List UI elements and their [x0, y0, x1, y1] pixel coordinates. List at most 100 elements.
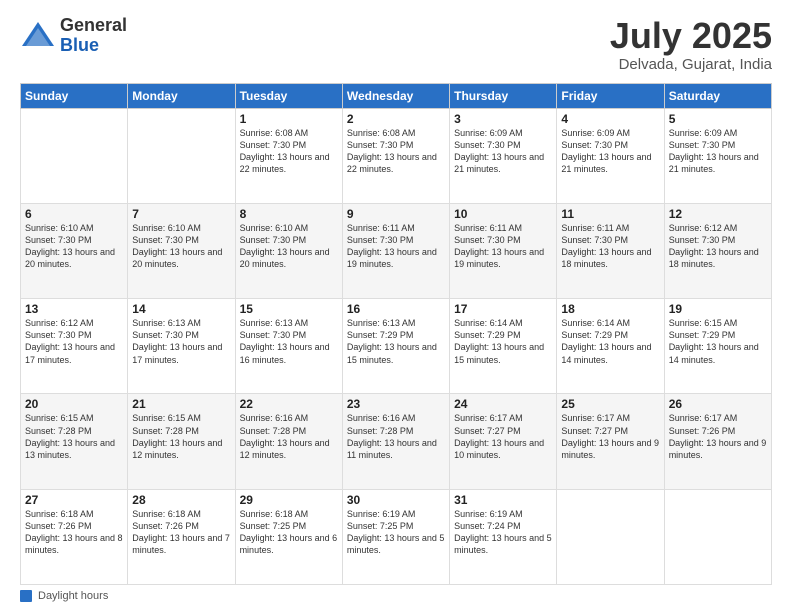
calendar-cell: 30Sunrise: 6:19 AM Sunset: 7:25 PM Dayli… — [342, 489, 449, 584]
day-number: 6 — [25, 207, 123, 221]
day-detail: Sunrise: 6:10 AM Sunset: 7:30 PM Dayligh… — [25, 222, 123, 271]
day-detail: Sunrise: 6:13 AM Sunset: 7:29 PM Dayligh… — [347, 317, 445, 366]
calendar-cell — [557, 489, 664, 584]
calendar-cell: 2Sunrise: 6:08 AM Sunset: 7:30 PM Daylig… — [342, 108, 449, 203]
day-number: 2 — [347, 112, 445, 126]
day-number: 25 — [561, 397, 659, 411]
calendar-cell: 18Sunrise: 6:14 AM Sunset: 7:29 PM Dayli… — [557, 299, 664, 394]
day-detail: Sunrise: 6:10 AM Sunset: 7:30 PM Dayligh… — [240, 222, 338, 271]
day-detail: Sunrise: 6:18 AM Sunset: 7:25 PM Dayligh… — [240, 508, 338, 557]
day-detail: Sunrise: 6:10 AM Sunset: 7:30 PM Dayligh… — [132, 222, 230, 271]
calendar-cell — [664, 489, 771, 584]
day-detail: Sunrise: 6:14 AM Sunset: 7:29 PM Dayligh… — [454, 317, 552, 366]
day-number: 9 — [347, 207, 445, 221]
calendar-week-row: 1Sunrise: 6:08 AM Sunset: 7:30 PM Daylig… — [21, 108, 772, 203]
calendar-cell — [128, 108, 235, 203]
day-detail: Sunrise: 6:16 AM Sunset: 7:28 PM Dayligh… — [347, 412, 445, 461]
day-detail: Sunrise: 6:09 AM Sunset: 7:30 PM Dayligh… — [454, 127, 552, 176]
day-detail: Sunrise: 6:14 AM Sunset: 7:29 PM Dayligh… — [561, 317, 659, 366]
calendar-header-wednesday: Wednesday — [342, 83, 449, 108]
month-title: July 2025 — [610, 16, 772, 56]
logo-blue: Blue — [60, 36, 127, 56]
calendar-table: SundayMondayTuesdayWednesdayThursdayFrid… — [20, 83, 772, 585]
day-number: 23 — [347, 397, 445, 411]
calendar-cell: 12Sunrise: 6:12 AM Sunset: 7:30 PM Dayli… — [664, 203, 771, 298]
day-detail: Sunrise: 6:17 AM Sunset: 7:27 PM Dayligh… — [561, 412, 659, 461]
day-number: 4 — [561, 112, 659, 126]
calendar-cell: 3Sunrise: 6:09 AM Sunset: 7:30 PM Daylig… — [450, 108, 557, 203]
calendar-week-row: 27Sunrise: 6:18 AM Sunset: 7:26 PM Dayli… — [21, 489, 772, 584]
day-number: 10 — [454, 207, 552, 221]
calendar-header-tuesday: Tuesday — [235, 83, 342, 108]
calendar-cell: 29Sunrise: 6:18 AM Sunset: 7:25 PM Dayli… — [235, 489, 342, 584]
calendar-header-monday: Monday — [128, 83, 235, 108]
day-number: 15 — [240, 302, 338, 316]
calendar-header-friday: Friday — [557, 83, 664, 108]
day-detail: Sunrise: 6:13 AM Sunset: 7:30 PM Dayligh… — [132, 317, 230, 366]
calendar-cell: 28Sunrise: 6:18 AM Sunset: 7:26 PM Dayli… — [128, 489, 235, 584]
calendar-cell: 20Sunrise: 6:15 AM Sunset: 7:28 PM Dayli… — [21, 394, 128, 489]
calendar-cell: 25Sunrise: 6:17 AM Sunset: 7:27 PM Dayli… — [557, 394, 664, 489]
calendar-cell: 11Sunrise: 6:11 AM Sunset: 7:30 PM Dayli… — [557, 203, 664, 298]
day-number: 24 — [454, 397, 552, 411]
calendar-header-sunday: Sunday — [21, 83, 128, 108]
day-detail: Sunrise: 6:17 AM Sunset: 7:26 PM Dayligh… — [669, 412, 767, 461]
calendar-cell: 10Sunrise: 6:11 AM Sunset: 7:30 PM Dayli… — [450, 203, 557, 298]
day-number: 28 — [132, 493, 230, 507]
calendar-cell: 19Sunrise: 6:15 AM Sunset: 7:29 PM Dayli… — [664, 299, 771, 394]
day-number: 30 — [347, 493, 445, 507]
day-number: 29 — [240, 493, 338, 507]
calendar-cell: 31Sunrise: 6:19 AM Sunset: 7:24 PM Dayli… — [450, 489, 557, 584]
calendar-cell: 27Sunrise: 6:18 AM Sunset: 7:26 PM Dayli… — [21, 489, 128, 584]
day-detail: Sunrise: 6:12 AM Sunset: 7:30 PM Dayligh… — [25, 317, 123, 366]
day-detail: Sunrise: 6:08 AM Sunset: 7:30 PM Dayligh… — [240, 127, 338, 176]
subtitle: Delvada, Gujarat, India — [610, 56, 772, 73]
logo-text: General Blue — [60, 16, 127, 56]
day-number: 5 — [669, 112, 767, 126]
day-number: 31 — [454, 493, 552, 507]
day-number: 27 — [25, 493, 123, 507]
calendar-cell: 26Sunrise: 6:17 AM Sunset: 7:26 PM Dayli… — [664, 394, 771, 489]
logo: General Blue — [20, 16, 127, 56]
calendar-header-thursday: Thursday — [450, 83, 557, 108]
calendar-cell: 14Sunrise: 6:13 AM Sunset: 7:30 PM Dayli… — [128, 299, 235, 394]
logo-icon — [20, 18, 56, 54]
day-number: 14 — [132, 302, 230, 316]
calendar-cell: 24Sunrise: 6:17 AM Sunset: 7:27 PM Dayli… — [450, 394, 557, 489]
day-detail: Sunrise: 6:09 AM Sunset: 7:30 PM Dayligh… — [669, 127, 767, 176]
calendar-cell: 21Sunrise: 6:15 AM Sunset: 7:28 PM Dayli… — [128, 394, 235, 489]
day-number: 21 — [132, 397, 230, 411]
calendar-week-row: 20Sunrise: 6:15 AM Sunset: 7:28 PM Dayli… — [21, 394, 772, 489]
day-number: 19 — [669, 302, 767, 316]
day-detail: Sunrise: 6:18 AM Sunset: 7:26 PM Dayligh… — [25, 508, 123, 557]
calendar-cell: 15Sunrise: 6:13 AM Sunset: 7:30 PM Dayli… — [235, 299, 342, 394]
calendar-week-row: 6Sunrise: 6:10 AM Sunset: 7:30 PM Daylig… — [21, 203, 772, 298]
day-detail: Sunrise: 6:11 AM Sunset: 7:30 PM Dayligh… — [347, 222, 445, 271]
day-detail: Sunrise: 6:15 AM Sunset: 7:28 PM Dayligh… — [25, 412, 123, 461]
calendar-cell: 4Sunrise: 6:09 AM Sunset: 7:30 PM Daylig… — [557, 108, 664, 203]
calendar-cell: 8Sunrise: 6:10 AM Sunset: 7:30 PM Daylig… — [235, 203, 342, 298]
calendar-header-row: SundayMondayTuesdayWednesdayThursdayFrid… — [21, 83, 772, 108]
calendar-week-row: 13Sunrise: 6:12 AM Sunset: 7:30 PM Dayli… — [21, 299, 772, 394]
day-detail: Sunrise: 6:15 AM Sunset: 7:28 PM Dayligh… — [132, 412, 230, 461]
calendar-cell: 9Sunrise: 6:11 AM Sunset: 7:30 PM Daylig… — [342, 203, 449, 298]
day-number: 18 — [561, 302, 659, 316]
calendar-cell: 16Sunrise: 6:13 AM Sunset: 7:29 PM Dayli… — [342, 299, 449, 394]
title-block: July 2025 Delvada, Gujarat, India — [610, 16, 772, 73]
calendar-cell — [21, 108, 128, 203]
day-detail: Sunrise: 6:09 AM Sunset: 7:30 PM Dayligh… — [561, 127, 659, 176]
day-number: 8 — [240, 207, 338, 221]
header: General Blue July 2025 Delvada, Gujarat,… — [20, 16, 772, 73]
day-number: 16 — [347, 302, 445, 316]
day-number: 1 — [240, 112, 338, 126]
calendar-cell: 1Sunrise: 6:08 AM Sunset: 7:30 PM Daylig… — [235, 108, 342, 203]
day-number: 11 — [561, 207, 659, 221]
day-number: 7 — [132, 207, 230, 221]
day-detail: Sunrise: 6:11 AM Sunset: 7:30 PM Dayligh… — [454, 222, 552, 271]
day-number: 3 — [454, 112, 552, 126]
calendar-cell: 6Sunrise: 6:10 AM Sunset: 7:30 PM Daylig… — [21, 203, 128, 298]
day-detail: Sunrise: 6:11 AM Sunset: 7:30 PM Dayligh… — [561, 222, 659, 271]
day-detail: Sunrise: 6:15 AM Sunset: 7:29 PM Dayligh… — [669, 317, 767, 366]
calendar-cell: 17Sunrise: 6:14 AM Sunset: 7:29 PM Dayli… — [450, 299, 557, 394]
day-number: 20 — [25, 397, 123, 411]
